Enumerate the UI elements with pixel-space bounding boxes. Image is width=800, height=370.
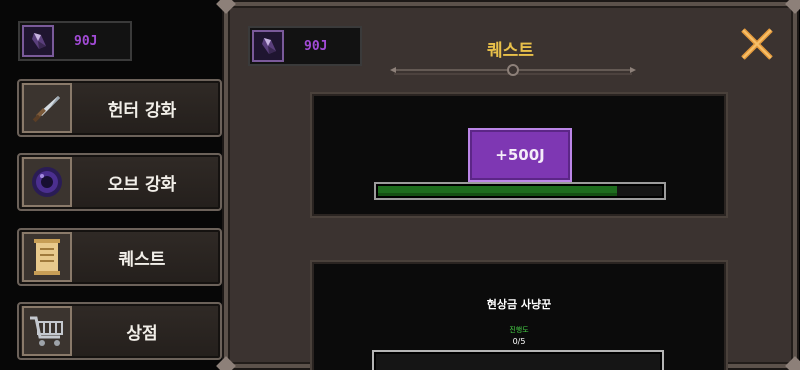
panel-corner	[785, 356, 800, 370]
quest-progress-label: 진행도	[509, 326, 529, 334]
menu-orb-upgrade-button[interactable]: 오브 강화	[17, 153, 222, 211]
menu-label: 헌터 강화	[107, 100, 177, 121]
menu-hunter-upgrade-button[interactable]: 헌터 강화	[17, 79, 222, 137]
menu-label: 상점	[126, 323, 158, 344]
dagger-icon	[22, 83, 72, 133]
cart-icon	[22, 306, 72, 356]
menu-quest-button[interactable]: 퀘스트	[17, 228, 222, 286]
panel-title: 퀘스트	[487, 41, 534, 61]
title-ornament	[390, 64, 636, 76]
menu-label: 퀘스트	[118, 249, 166, 270]
menu-label: 오브 강화	[107, 174, 177, 195]
quest-progress-bar	[372, 350, 664, 370]
quest-panel: 90J 퀘스트 +500J 현상금 사냥꾼 진행도 0/5	[216, 0, 800, 370]
scroll-icon	[22, 232, 72, 282]
menu-shop-button[interactable]: 상점	[17, 302, 222, 360]
sidebar: 90J 헌터 강화 오브 강화 퀘스트 상점	[0, 0, 232, 370]
dark-orb-icon	[22, 157, 72, 207]
quest-name: 현상금 사냥꾼	[486, 298, 552, 311]
currency-display: 90J	[18, 21, 132, 61]
quest-count: 0/5	[512, 337, 526, 346]
panel-corner	[785, 0, 800, 14]
claim-reward-button[interactable]: +500J	[468, 128, 572, 182]
quest-card: 현상금 사냥꾼 진행도 0/5	[312, 262, 726, 370]
close-x-icon[interactable]	[737, 24, 777, 64]
purple-gem-icon	[22, 25, 54, 57]
reward-progress-fill	[378, 186, 617, 196]
reward-box: +500J	[312, 94, 726, 216]
currency-value: 90J	[74, 33, 98, 49]
reward-progress-bar	[374, 182, 666, 200]
